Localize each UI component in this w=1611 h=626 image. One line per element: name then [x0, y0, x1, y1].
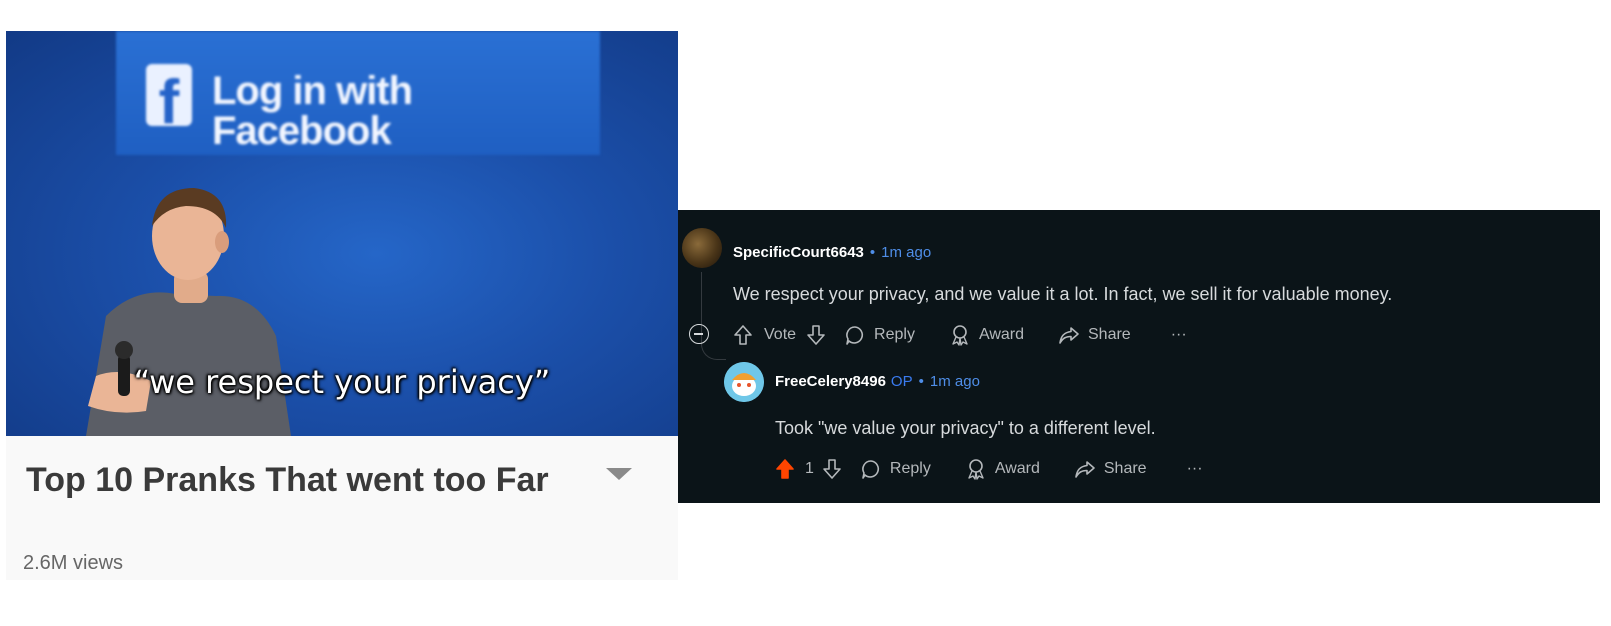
more-options-icon[interactable]: ···	[1171, 326, 1187, 344]
upvote-button[interactable]	[775, 458, 795, 480]
separator: •	[918, 373, 924, 390]
upvote-button[interactable]	[733, 324, 753, 346]
view-count: 2.6M views	[23, 552, 124, 574]
award-icon	[968, 459, 984, 480]
comment-actions: Vote Reply Award Share ···	[733, 324, 1187, 346]
video-title[interactable]: Top 10 Pranks That went too Far	[26, 458, 586, 502]
share-button[interactable]: Share	[1074, 458, 1147, 480]
chevron-down-icon[interactable]	[606, 468, 632, 480]
downvote-icon	[807, 325, 825, 345]
comment-thread: SpecificCourt6643 • 1m ago We respect yo…	[678, 210, 1600, 503]
separator: •	[869, 244, 876, 261]
reply-icon	[846, 326, 864, 345]
timestamp[interactable]: 1m ago	[881, 244, 931, 261]
reply-button[interactable]: Reply	[844, 324, 915, 346]
comment-meta: FreeCelery8496 OP • 1m ago	[775, 373, 980, 390]
comment-body: We respect your privacy, and we value it…	[733, 284, 1393, 304]
share-icon	[1075, 461, 1095, 478]
more-options-icon[interactable]: ···	[1187, 460, 1203, 478]
video-thumbnail[interactable]: f Log in with Facebook “we respect your …	[6, 31, 678, 436]
reply-icon	[862, 460, 879, 479]
upvote-icon	[776, 459, 794, 479]
vote-score: 1	[805, 460, 814, 477]
meme-caption: “we respect your privacy”	[133, 363, 551, 401]
facebook-login-banner: f Log in with Facebook	[116, 31, 600, 155]
reply-button[interactable]: Reply	[860, 458, 931, 480]
username[interactable]: SpecificCourt6643	[733, 244, 864, 261]
comment-body: Took "we value your privacy" to a differ…	[775, 418, 1156, 438]
avatar[interactable]	[682, 228, 722, 268]
facebook-login-text: Log in with Facebook	[212, 69, 413, 153]
vote-label: Vote	[764, 326, 797, 343]
video-card[interactable]: f Log in with Facebook “we respect your …	[6, 31, 678, 580]
award-button[interactable]: Award	[949, 324, 1024, 346]
collapse-thread-icon[interactable]	[689, 324, 709, 344]
award-icon	[952, 325, 968, 346]
upvote-icon	[734, 325, 752, 345]
downvote-icon	[823, 459, 841, 479]
comment-actions: 1 Reply Award Share ···	[775, 458, 1203, 480]
downvote-button[interactable]	[822, 458, 842, 480]
video-info: Top 10 Pranks That went too Far 2.6M vie…	[6, 436, 678, 580]
downvote-button[interactable]	[806, 324, 826, 346]
username[interactable]: FreeCelery8496	[775, 373, 886, 390]
award-button[interactable]: Award	[965, 458, 1040, 480]
facebook-icon: f	[146, 64, 192, 126]
share-icon	[1059, 327, 1079, 344]
share-button[interactable]: Share	[1058, 324, 1131, 346]
avatar[interactable]	[724, 362, 764, 402]
op-badge: OP	[890, 373, 913, 390]
snoo-avatar-icon	[724, 362, 764, 402]
comment-meta: SpecificCourt6643 • 1m ago	[733, 244, 931, 261]
timestamp[interactable]: 1m ago	[930, 373, 980, 390]
